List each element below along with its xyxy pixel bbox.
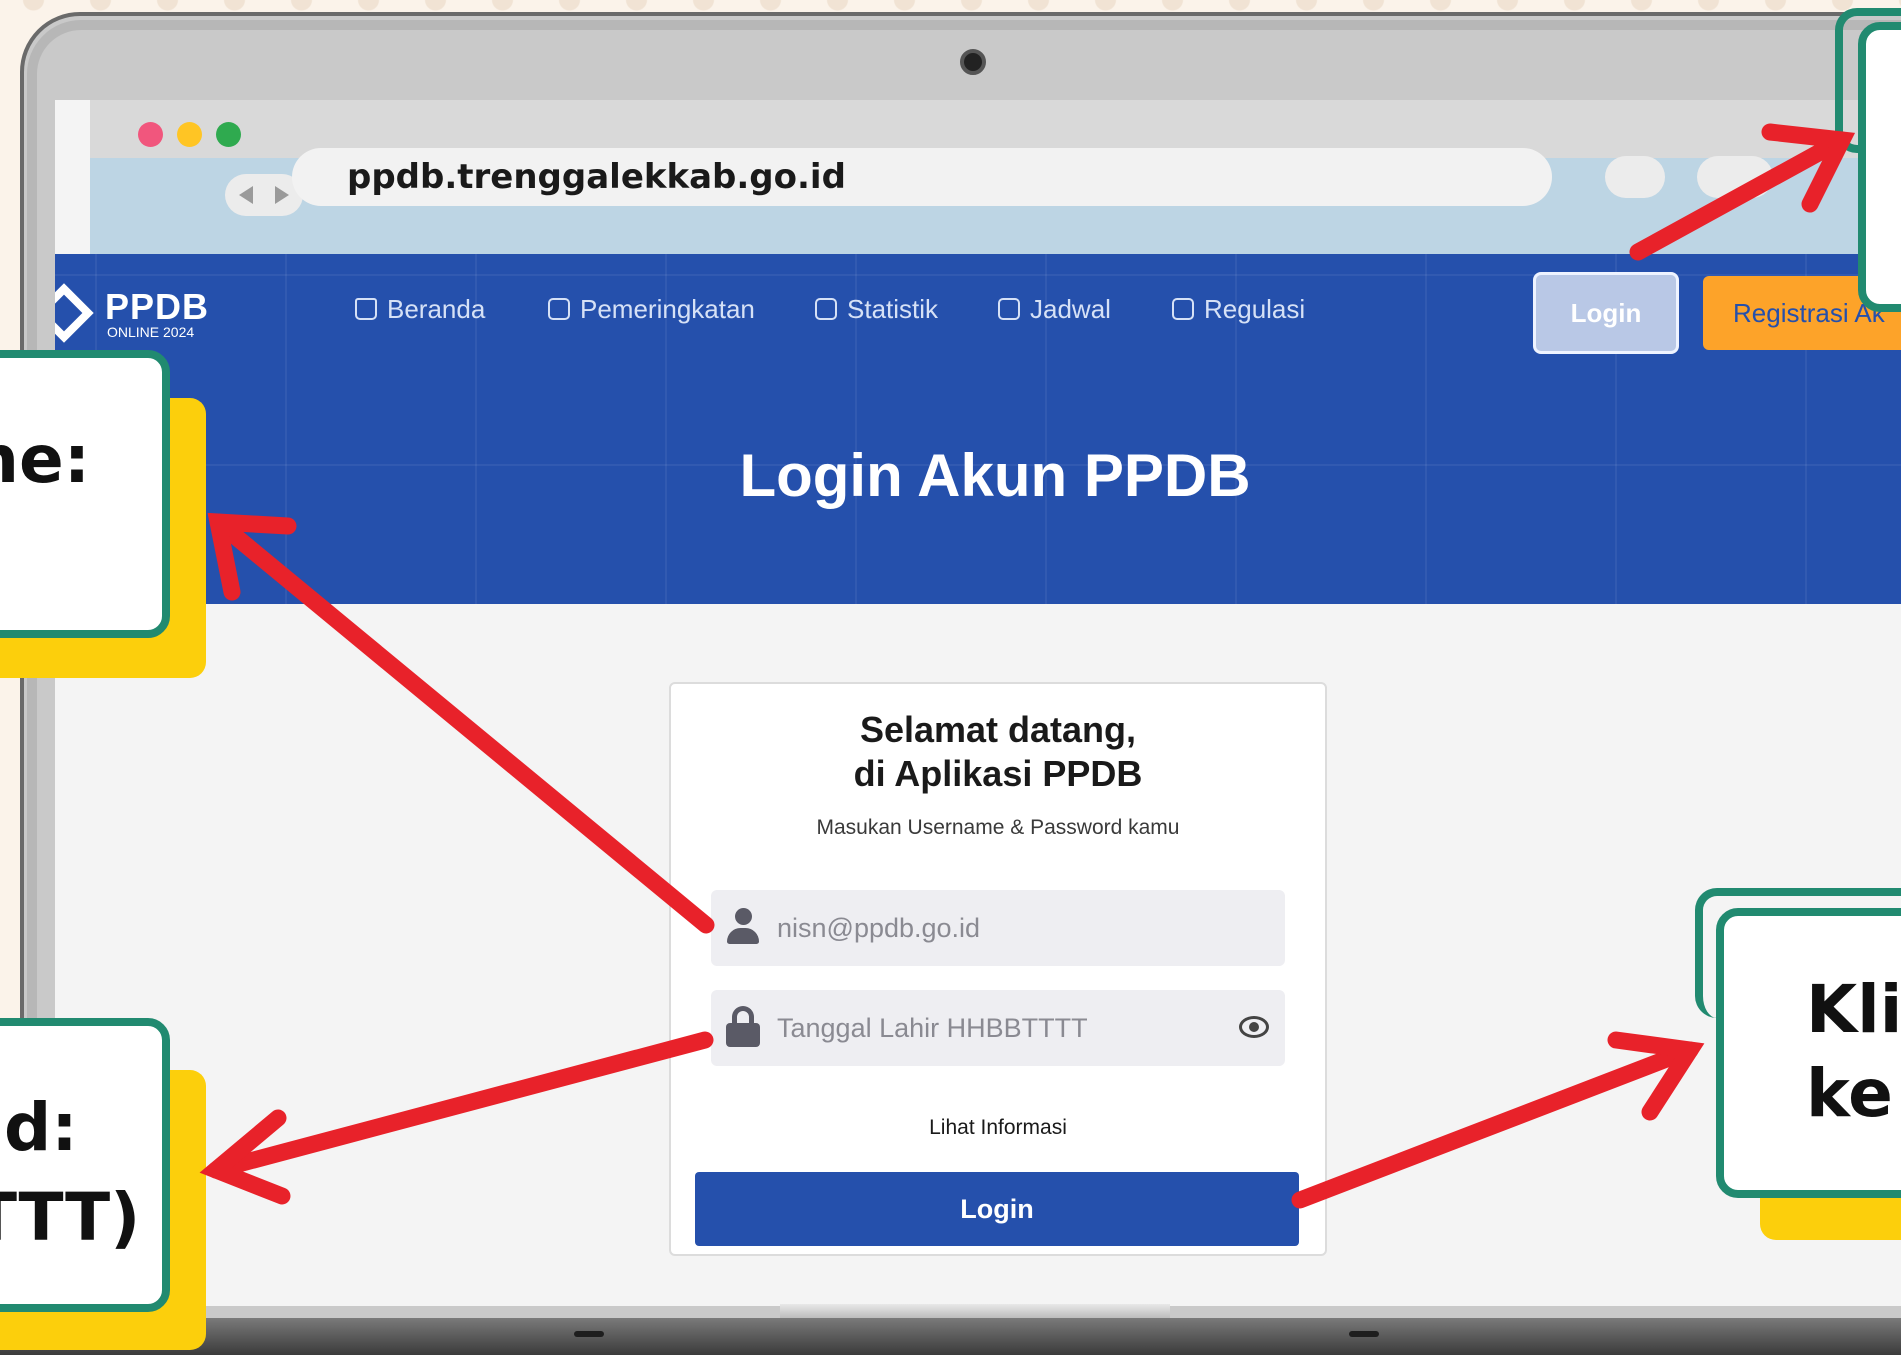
arrow-password [207, 1031, 714, 1179]
arrow-username [209, 513, 715, 934]
annotation-arrows [199, 123, 1856, 1209]
arrow-login-button [1291, 1041, 1699, 1209]
